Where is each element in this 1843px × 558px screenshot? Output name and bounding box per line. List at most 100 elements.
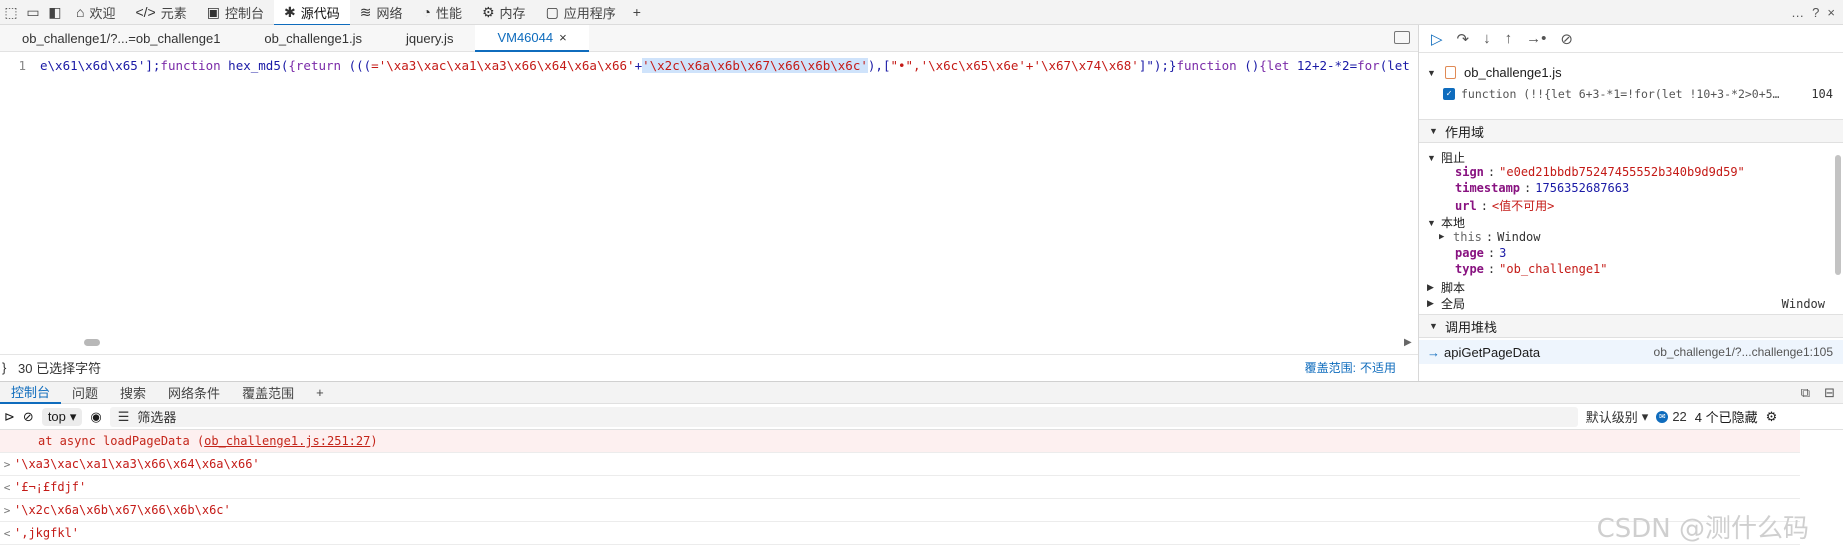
context-select[interactable]: top ▾	[41, 407, 83, 426]
tab-application[interactable]: ▢ 应用程序	[536, 0, 626, 25]
console-toolbar: ⊳ ⊘ top ▾ ◉ ☰ 筛选器 默认级别 ▾ ✉ 22 4 个已隐藏 ⚙	[0, 404, 1843, 430]
scope-block[interactable]: ▼ 阻止	[1427, 149, 1465, 166]
chip-icon: ⚙	[481, 3, 495, 20]
step-icon[interactable]: →•	[1526, 30, 1546, 47]
selection-count: 30 已选择字符	[18, 360, 102, 376]
add-tab-button[interactable]: +	[626, 1, 648, 23]
step-into-icon[interactable]: ↓	[1483, 30, 1491, 47]
vertical-scrollbar[interactable]	[1835, 155, 1841, 275]
breakpoint-item[interactable]: ✓ function (!!{let 6+3-*1=!for(let !10+3…	[1443, 87, 1833, 101]
tab-network[interactable]: ≋ 网络	[350, 0, 413, 25]
scope-var[interactable]: type: "ob_challenge1"	[1455, 262, 1608, 276]
close-devtools-button[interactable]: ×	[1827, 5, 1835, 20]
sidebar-toggle-icon[interactable]: ⊳	[0, 409, 15, 425]
file-tab[interactable]: ob_challenge1.js	[242, 25, 384, 52]
callstack-section-header[interactable]: ▼ 调用堆栈	[1419, 314, 1843, 338]
debugger-sidebar: ▷ ↷ ↓ ↑ →• ⊘ ▼ ob_challenge1.js ✓ functi…	[1418, 25, 1843, 381]
console-message: at async loadPageData (ob_challenge1.js:…	[0, 430, 1800, 453]
tab-memory[interactable]: ⚙ 内存	[472, 0, 536, 25]
scope-var[interactable]: ▶ this: Window	[1439, 230, 1541, 244]
scope-global[interactable]: ▶ 全局 Window	[1427, 295, 1837, 312]
scroll-right-arrow[interactable]: ▶	[1404, 337, 1412, 348]
drawer-tab-issues[interactable]: 问题	[61, 381, 109, 404]
coverage-status[interactable]: 覆盖范围: 不适用	[1305, 359, 1396, 376]
tab-console[interactable]: ▣ 控制台	[197, 0, 274, 25]
file-tab[interactable]: jquery.js	[384, 25, 475, 52]
console-output-row: < ',jkgfkl'	[0, 522, 1800, 545]
tab-elements[interactable]: </> 元素	[125, 0, 196, 25]
home-icon: ⌂	[76, 4, 85, 20]
filter-icon: ☰	[117, 408, 130, 424]
scope-var[interactable]: timestamp:1756352687663	[1455, 181, 1629, 195]
file-icon	[1445, 66, 1456, 79]
step-over-icon[interactable]: ↷	[1457, 30, 1470, 48]
scope-section-header[interactable]: ▼ 作用域	[1419, 119, 1843, 143]
device-toggle-icon[interactable]: ▭	[22, 1, 44, 23]
toggle-debugger-icon[interactable]	[1394, 31, 1410, 44]
code-editor[interactable]: 1 e\x61\x6d\x65'];function hex_md5({retu…	[0, 52, 1418, 332]
dock-drawer-icon[interactable]: ⊟	[1824, 385, 1835, 401]
source-link[interactable]: ob_challenge1.js:251:27	[204, 434, 370, 448]
drawer-tab-console[interactable]: 控制台	[0, 381, 62, 404]
drawer-tab-search[interactable]: 搜索	[109, 381, 157, 404]
wifi-icon: ≋	[359, 3, 372, 20]
scope-var[interactable]: url: <值不可用>	[1455, 197, 1554, 214]
chevron-down-icon: ▾	[1641, 408, 1649, 424]
console-settings-gear-icon[interactable]: ⚙	[1766, 409, 1778, 425]
callstack-frame[interactable]: → apiGetPageData ob_challenge1/?...chall…	[1419, 340, 1843, 364]
live-expression-eye-icon[interactable]: ◉	[90, 409, 101, 425]
scope-var[interactable]: page:3	[1455, 246, 1506, 260]
drawer-add-tab-button[interactable]: +	[305, 381, 335, 404]
editor-status-bar: } 30 已选择字符 覆盖范围: 不适用	[0, 354, 1418, 379]
tab-performance[interactable]: ◔ 性能	[413, 0, 472, 25]
gauge-icon: ◔	[422, 4, 431, 20]
log-level-select[interactable]: 默认级别 ▾	[1586, 407, 1649, 426]
drawer-tab-coverage[interactable]: 覆盖范围	[231, 381, 305, 404]
console-output-row: < '£¬¡£fdjf'	[0, 476, 1800, 499]
code-line: 1 e\x61\x6d\x65'];function hex_md5({retu…	[0, 58, 1418, 73]
hidden-count: 4 个已隐藏	[1694, 410, 1758, 425]
devtools-toolbar: ⬚ ▭ ◧ ⌂ 欢迎 </> 元素 ▣ 控制台 ✱ 源代码 ≋ 网络 ◔ 性能 ⚙ 内存 ▢ 应…	[0, 0, 1843, 26]
clear-console-icon[interactable]: ⊘	[23, 409, 34, 425]
tab-sources[interactable]: ✱ 源代码	[274, 0, 350, 26]
source-file-tabs: ob_challenge1/?...=ob_challenge1 ob_chal…	[0, 24, 1418, 52]
console-input-row: > '\xa3\xac\xa1\xa3\x66\x64\x6a\x66'	[0, 453, 1800, 476]
resume-icon[interactable]: ▷	[1431, 30, 1443, 48]
pretty-print-button[interactable]: }	[0, 360, 18, 375]
console-icon: ▣	[206, 3, 220, 20]
breakpoint-file[interactable]: ▼ ob_challenge1.js	[1427, 65, 1562, 80]
current-frame-arrow-icon: →	[1427, 344, 1440, 360]
dock-icon[interactable]: ◧	[44, 1, 66, 23]
file-tab-active[interactable]: VM46044 ×	[475, 24, 589, 52]
horizontal-scrollbar[interactable]	[84, 339, 100, 346]
code-icon: </>	[135, 4, 156, 20]
watermark: CSDN @测什么码	[1596, 514, 1809, 544]
line-number: 1	[18, 58, 26, 73]
close-tab-icon[interactable]: ×	[559, 30, 567, 45]
expand-triangle-icon: ▼	[1427, 67, 1436, 78]
chevron-down-icon: ▾	[69, 408, 77, 424]
deactivate-breakpoints-icon[interactable]: ⊘	[1560, 30, 1573, 48]
breakpoint-checkbox[interactable]: ✓	[1443, 88, 1455, 100]
window-icon: ▢	[545, 3, 559, 20]
scope-var[interactable]: sign: "e0ed21bbdb75247455552b340b9d9d59"	[1455, 165, 1745, 179]
file-tab[interactable]: ob_challenge1/?...=ob_challenge1	[0, 25, 242, 52]
inspect-icon[interactable]: ⬚	[0, 1, 22, 23]
selected-text: '\x2c\x6a\x6b\x67\x66\x6b\x6c'	[642, 58, 868, 73]
drawer-tabs: 控制台 问题 搜索 网络条件 覆盖范围 + ⧉ ⊟	[0, 381, 1843, 404]
more-options-button[interactable]: …	[1791, 5, 1804, 20]
debugger-toolbar: ▷ ↷ ↓ ↑ →• ⊘	[1419, 25, 1843, 53]
console-output: at async loadPageData (ob_challenge1.js:…	[0, 430, 1843, 558]
issues-counter[interactable]: ✉ 22	[1656, 409, 1687, 424]
help-button[interactable]: ?	[1812, 5, 1819, 20]
filter-input[interactable]: ☰ 筛选器	[109, 406, 1578, 427]
scope-script[interactable]: ▶ 脚本	[1427, 279, 1465, 296]
step-out-icon[interactable]: ↑	[1505, 30, 1513, 47]
bug-icon: ✱	[284, 3, 296, 20]
issue-icon: ✉	[1656, 410, 1669, 423]
drawer-tab-network-conditions[interactable]: 网络条件	[157, 381, 231, 404]
tab-welcome[interactable]: ⌂ 欢迎	[66, 0, 125, 25]
console-input-row: > '\x2c\x6a\x6b\x67\x66\x6b\x6c'	[0, 499, 1800, 522]
undock-drawer-icon[interactable]: ⧉	[1801, 385, 1810, 401]
scope-local[interactable]: ▼ 本地	[1427, 214, 1465, 231]
